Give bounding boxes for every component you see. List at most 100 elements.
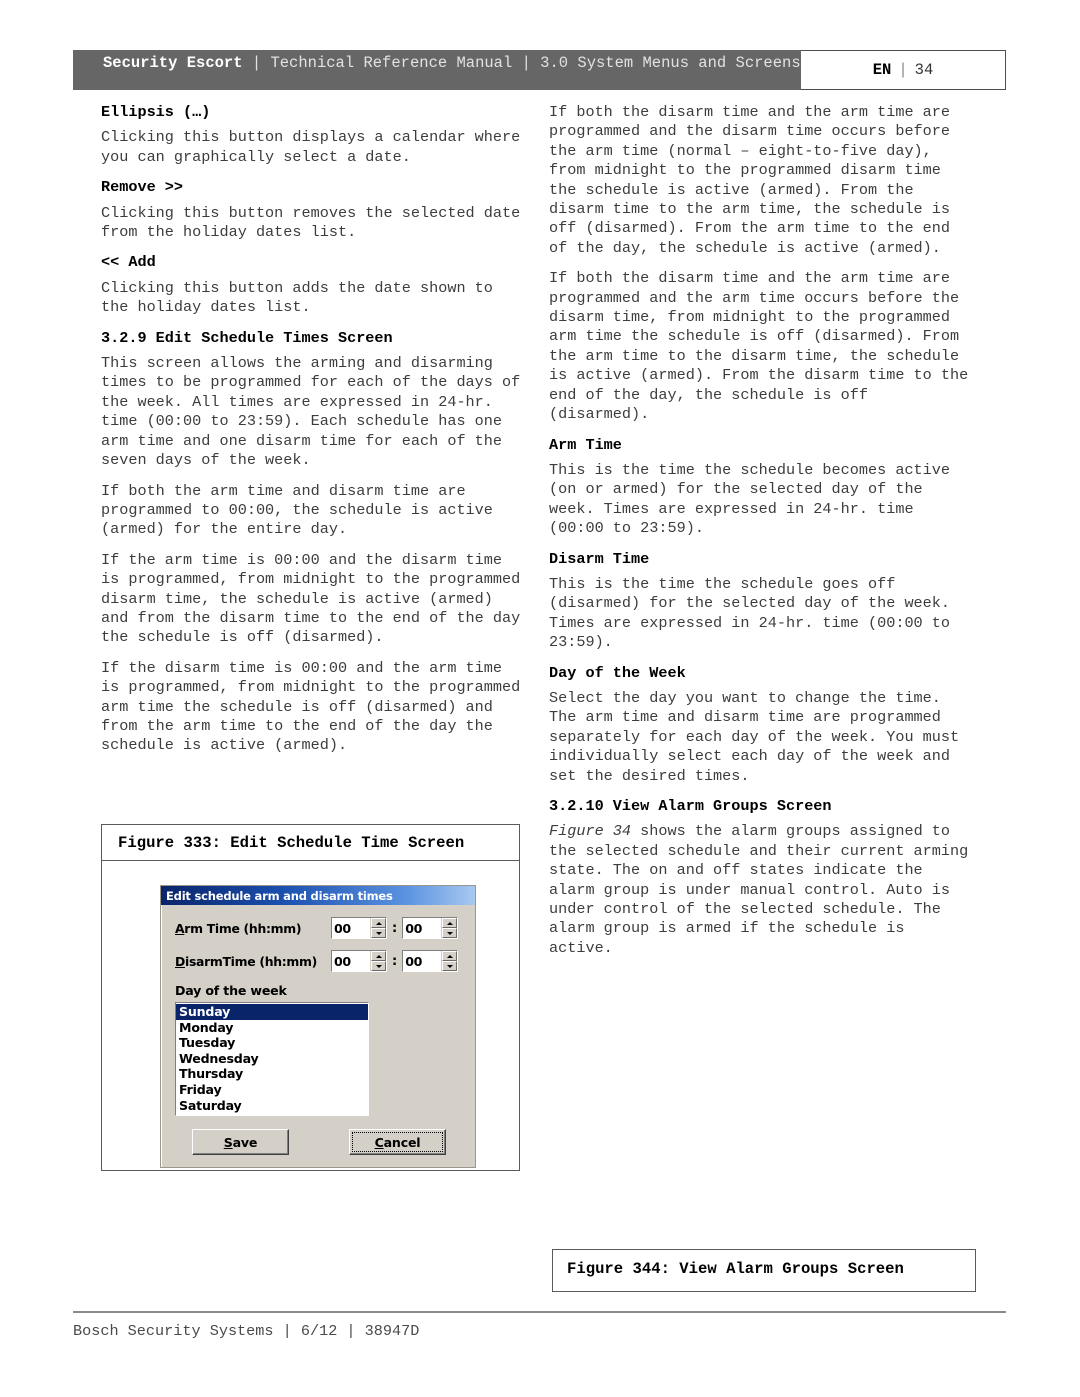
arm-hours-value[interactable]: 00 bbox=[332, 918, 370, 938]
figure-333-container: Figure 333: Edit Schedule Time Screen Ed… bbox=[101, 824, 520, 1171]
header-page-separator: | bbox=[898, 61, 908, 79]
disarm-hours-spin-buttons[interactable] bbox=[370, 951, 386, 971]
arm-minutes-decrement-button[interactable] bbox=[442, 928, 458, 938]
para-view-alarm-groups-text: shows the alarm groups assigned to the s… bbox=[549, 822, 969, 957]
heading-arm-time: Arm Time bbox=[549, 435, 622, 454]
chevron-down-icon bbox=[446, 931, 453, 935]
para-disarm-time: This is the time the schedule goes off (… bbox=[549, 574, 951, 652]
chevron-down-icon bbox=[375, 931, 382, 935]
arm-time-colon: : bbox=[392, 920, 398, 936]
arm-minutes-spin-buttons[interactable] bbox=[441, 918, 458, 938]
arm-minutes-spinner[interactable]: 00 bbox=[402, 917, 459, 939]
disarm-time-label: DisarmTime (hh:mm) bbox=[175, 954, 331, 969]
chevron-up-icon bbox=[446, 954, 453, 958]
left-column: Ellipsis (…) Clicking this button displa… bbox=[101, 103, 521, 767]
arm-hours-spin-buttons[interactable] bbox=[370, 918, 386, 938]
header-page-indicator: EN | 34 bbox=[801, 50, 1006, 90]
day-of-week-group-label: Day of the week bbox=[175, 983, 287, 998]
disarm-hours-increment-button[interactable] bbox=[371, 951, 386, 961]
heading-view-alarm-groups-screen: 3.2.10 View Alarm Groups Screen bbox=[549, 797, 832, 815]
para-add: Clicking this button adds the date shown… bbox=[101, 278, 493, 317]
figure-344-caption: Figure 344: View Alarm Groups Screen bbox=[567, 1260, 904, 1278]
header-separator: | bbox=[242, 54, 271, 72]
para-ellipsis: Clicking this button displays a calendar… bbox=[101, 128, 521, 166]
para-arm-before-disarm: If both the disarm time and the arm time… bbox=[549, 269, 969, 424]
save-button-label: ave bbox=[232, 1134, 258, 1150]
list-item-tuesday[interactable]: Tuesday bbox=[176, 1035, 368, 1051]
arm-time-row: Arm Time (hh:mm) 00 : 00 bbox=[175, 917, 461, 939]
button-spacer bbox=[289, 1129, 349, 1155]
cancel-button[interactable]: Cancel bbox=[349, 1129, 446, 1156]
heading-disarm-time: Disarm Time bbox=[549, 549, 650, 568]
disarm-minutes-increment-button[interactable] bbox=[442, 951, 458, 961]
arm-time-label: Arm Time (hh:mm) bbox=[175, 921, 331, 936]
disarm-hours-spinner[interactable]: 00 bbox=[331, 950, 387, 972]
edit-schedule-times-dialog: Edit schedule arm and disarm times Arm T… bbox=[160, 885, 476, 1169]
arm-hours-increment-button[interactable] bbox=[371, 918, 386, 928]
cancel-accelerator: C bbox=[374, 1134, 384, 1150]
header-title-band: Security Escort | Technical Reference Ma… bbox=[73, 50, 801, 90]
figure-344-container: Figure 344: View Alarm Groups Screen bbox=[552, 1249, 976, 1292]
para-both-zero: If both the arm time and disarm time are… bbox=[101, 481, 493, 539]
list-item-sunday[interactable]: Sunday bbox=[176, 1004, 368, 1020]
arm-time-accelerator: A bbox=[175, 920, 185, 936]
disarm-time-row: DisarmTime (hh:mm) 00 : 00 bbox=[175, 950, 461, 972]
para-arm-time: This is the time the schedule becomes ac… bbox=[549, 460, 951, 538]
para-screen-overview: This screen allows the arming and disarm… bbox=[101, 354, 521, 470]
disarm-time-colon: : bbox=[392, 953, 398, 969]
disarm-time-label-rest: isarmTime (hh:mm) bbox=[185, 953, 317, 969]
list-item-saturday[interactable]: Saturday bbox=[176, 1098, 368, 1114]
chevron-down-icon bbox=[375, 964, 382, 968]
header-language-code: EN bbox=[872, 61, 892, 79]
chevron-up-icon bbox=[375, 954, 382, 958]
heading-remove: Remove >> bbox=[101, 178, 184, 197]
arm-time-label-rest: rm Time (hh:mm) bbox=[184, 920, 302, 936]
list-item-monday[interactable]: Monday bbox=[176, 1020, 368, 1036]
disarm-time-accelerator: D bbox=[175, 953, 185, 969]
disarm-minutes-value[interactable]: 00 bbox=[403, 951, 442, 971]
disarm-hours-decrement-button[interactable] bbox=[371, 961, 386, 971]
footer-divider bbox=[73, 1311, 1006, 1313]
para-view-alarm-groups: Figure 34 shows the alarm groups assigne… bbox=[549, 822, 969, 958]
arm-minutes-value[interactable]: 00 bbox=[403, 918, 442, 938]
disarm-minutes-decrement-button[interactable] bbox=[442, 961, 458, 971]
list-item-thursday[interactable]: Thursday bbox=[176, 1066, 368, 1082]
dialog-client-area: Arm Time (hh:mm) 00 : 00 DisarmTime (hh:… bbox=[161, 905, 475, 1167]
heading-ellipsis: Ellipsis (…) bbox=[101, 103, 211, 121]
arm-hours-spinner[interactable]: 00 bbox=[331, 917, 387, 939]
dialog-titlebar: Edit schedule arm and disarm times bbox=[161, 886, 475, 905]
disarm-minutes-spin-buttons[interactable] bbox=[441, 951, 458, 971]
figure-reference: Figure 34 bbox=[549, 822, 632, 841]
para-disarm-before-arm: If both the disarm time and the arm time… bbox=[549, 103, 951, 257]
cancel-button-label: ancel bbox=[383, 1134, 421, 1150]
list-item-wednesday[interactable]: Wednesday bbox=[176, 1051, 368, 1067]
header-subtitle: Technical Reference Manual | 3.0 System … bbox=[270, 54, 801, 72]
para-remove: Clicking this button removes the selecte… bbox=[101, 203, 521, 242]
figure-333-caption: Figure 333: Edit Schedule Time Screen bbox=[102, 825, 519, 861]
dialog-title-text: Edit schedule arm and disarm times bbox=[166, 888, 393, 903]
arm-minutes-increment-button[interactable] bbox=[442, 918, 458, 928]
dialog-button-row: Save Cancel bbox=[175, 1129, 461, 1156]
chevron-up-icon bbox=[446, 921, 453, 925]
para-arm-zero: If the arm time is 00:00 and the disarm … bbox=[101, 550, 521, 647]
chevron-up-icon bbox=[375, 921, 382, 925]
disarm-minutes-spinner[interactable]: 00 bbox=[402, 950, 459, 972]
heading-day-of-the-week: Day of the Week bbox=[549, 663, 686, 682]
header-brand: Security Escort bbox=[103, 54, 243, 72]
save-accelerator: S bbox=[223, 1134, 233, 1150]
day-of-week-listbox[interactable]: Sunday Monday Tuesday Wednesday Thursday… bbox=[175, 1002, 369, 1117]
page-header: Security Escort | Technical Reference Ma… bbox=[73, 50, 1006, 90]
page-number: 34 bbox=[914, 61, 934, 79]
para-day-of-the-week: Select the day you want to change the ti… bbox=[549, 688, 960, 785]
chevron-down-icon bbox=[446, 964, 453, 968]
right-column: If both the disarm time and the arm time… bbox=[549, 103, 969, 969]
heading-edit-schedule-times-screen: 3.2.9 Edit Schedule Times Screen bbox=[101, 328, 393, 347]
arm-hours-decrement-button[interactable] bbox=[371, 928, 386, 938]
save-button[interactable]: Save bbox=[192, 1129, 289, 1156]
figure-333-body: Edit schedule arm and disarm times Arm T… bbox=[102, 861, 519, 1206]
footer-text: Bosch Security Systems | 6/12 | 38947D bbox=[73, 1322, 420, 1340]
para-disarm-zero: If the disarm time is 00:00 and the arm … bbox=[101, 658, 521, 755]
disarm-hours-value[interactable]: 00 bbox=[332, 951, 370, 971]
list-item-friday[interactable]: Friday bbox=[176, 1082, 368, 1098]
heading-add: << Add bbox=[101, 253, 156, 272]
